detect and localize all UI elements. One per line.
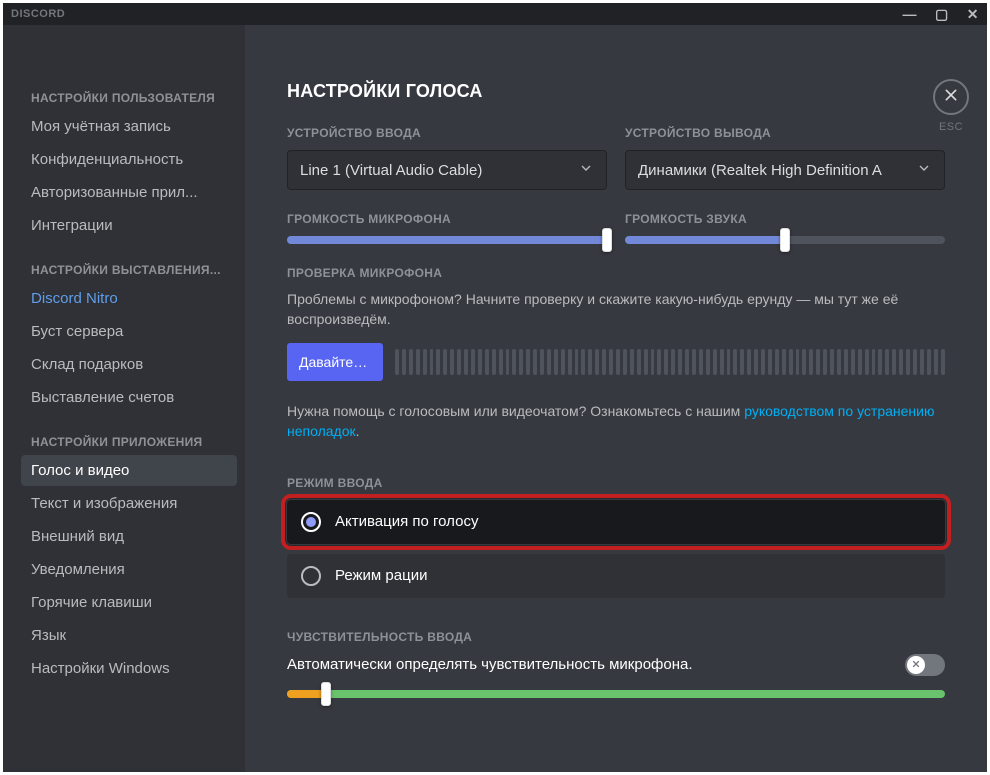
mic-vu-meter	[395, 349, 945, 375]
app-window: DISCORD — ▢ ✕ НАСТРОЙКИ ПОЛЬЗОВАТЕЛЯ Моя…	[3, 3, 987, 772]
sidebar-section-billing: НАСТРОЙКИ ВЫСТАВЛЕНИЯ...	[21, 257, 237, 283]
mic-volume-label: ГРОМКОСТЬ МИКРОФОНА	[287, 212, 607, 226]
mic-check-header: ПРОВЕРКА МИКРОФОНА	[287, 266, 945, 280]
sidebar-item-notifications[interactable]: Уведомления	[21, 554, 237, 585]
radio-indicator-icon	[301, 566, 321, 586]
sidebar-item-billing[interactable]: Выставление счетов	[21, 382, 237, 413]
page-title: НАСТРОЙКИ ГОЛОСА	[287, 81, 945, 102]
help-text: Нужна помощь с голосовым или видеочатом?…	[287, 401, 945, 442]
minimize-button[interactable]: —	[903, 7, 918, 21]
output-device-label: УСТРОЙСТВО ВЫВОДА	[625, 126, 945, 140]
settings-sidebar: НАСТРОЙКИ ПОЛЬЗОВАТЕЛЯ Моя учётная запис…	[3, 25, 245, 772]
input-device-value: Line 1 (Virtual Audio Cable)	[300, 162, 578, 179]
sidebar-section-app: НАСТРОЙКИ ПРИЛОЖЕНИЯ	[21, 429, 237, 455]
sidebar-item-appearance[interactable]: Внешний вид	[21, 521, 237, 552]
input-device-label: УСТРОЙСТВО ВВОДА	[287, 126, 607, 140]
help-suffix: .	[356, 423, 360, 439]
sensitivity-header: ЧУВСТВИТЕЛЬНОСТЬ ВВОДА	[287, 630, 945, 644]
maximize-button[interactable]: ▢	[935, 7, 949, 21]
close-button[interactable]: ✕	[967, 7, 979, 21]
sidebar-item-authorized-apps[interactable]: Авторизованные прил...	[21, 177, 237, 208]
speaker-volume-slider[interactable]	[625, 236, 945, 244]
speaker-volume-label: ГРОМКОСТЬ ЗВУКА	[625, 212, 945, 226]
mic-check-button[interactable]: Давайте пр...	[287, 343, 383, 381]
sidebar-item-text-images[interactable]: Текст и изображения	[21, 488, 237, 519]
sidebar-item-gifts[interactable]: Склад подарков	[21, 349, 237, 380]
input-mode-push-to-talk[interactable]: Режим рации	[287, 554, 945, 598]
close-settings-button[interactable]: ESC	[933, 79, 969, 133]
app-name: DISCORD	[11, 8, 65, 20]
input-mode-ptt-label: Режим рации	[335, 567, 427, 584]
sidebar-item-nitro[interactable]: Discord Nitro	[21, 283, 237, 314]
chevron-down-icon	[578, 160, 594, 180]
sidebar-section-user: НАСТРОЙКИ ПОЛЬЗОВАТЕЛЯ	[21, 85, 237, 111]
mic-volume-slider[interactable]	[287, 236, 607, 244]
sidebar-item-voice-video[interactable]: Голос и видео	[21, 455, 237, 486]
sidebar-item-language[interactable]: Язык	[21, 620, 237, 651]
input-mode-header: РЕЖИМ ВВОДА	[287, 476, 945, 490]
chevron-down-icon	[916, 160, 932, 180]
input-device-select[interactable]: Line 1 (Virtual Audio Cable)	[287, 150, 607, 190]
sidebar-item-windows[interactable]: Настройки Windows	[21, 653, 237, 684]
window-controls: — ▢ ✕	[903, 7, 979, 21]
settings-content: ESC НАСТРОЙКИ ГОЛОСА УСТРОЙСТВО ВВОДА Li…	[245, 25, 987, 772]
close-icon	[943, 87, 959, 107]
sensitivity-slider[interactable]	[287, 690, 945, 698]
radio-indicator-icon	[301, 512, 321, 532]
input-mode-voice-label: Активация по голосу	[335, 513, 478, 530]
sidebar-item-integrations[interactable]: Интеграции	[21, 210, 237, 241]
titlebar: DISCORD — ▢ ✕	[3, 3, 987, 25]
esc-label: ESC	[939, 121, 963, 133]
sidebar-item-privacy[interactable]: Конфиденциальность	[21, 144, 237, 175]
input-mode-voice-activity[interactable]: Активация по голосу	[287, 500, 945, 544]
output-device-value: Динамики (Realtek High Definition A	[638, 162, 916, 179]
mic-check-description: Проблемы с микрофоном? Начните проверку …	[287, 290, 945, 329]
sidebar-item-boost[interactable]: Буст сервера	[21, 316, 237, 347]
sensitivity-auto-toggle[interactable]	[905, 654, 945, 676]
mic-check-button-label: Давайте пр...	[299, 354, 371, 370]
sensitivity-toggle-label: Автоматически определять чувствительност…	[287, 656, 891, 673]
switch-off-icon	[911, 656, 921, 673]
sidebar-item-keybinds[interactable]: Горячие клавиши	[21, 587, 237, 618]
help-prefix: Нужна помощь с голосовым или видеочатом?…	[287, 403, 744, 419]
output-device-select[interactable]: Динамики (Realtek High Definition A	[625, 150, 945, 190]
sidebar-item-account[interactable]: Моя учётная запись	[21, 111, 237, 142]
